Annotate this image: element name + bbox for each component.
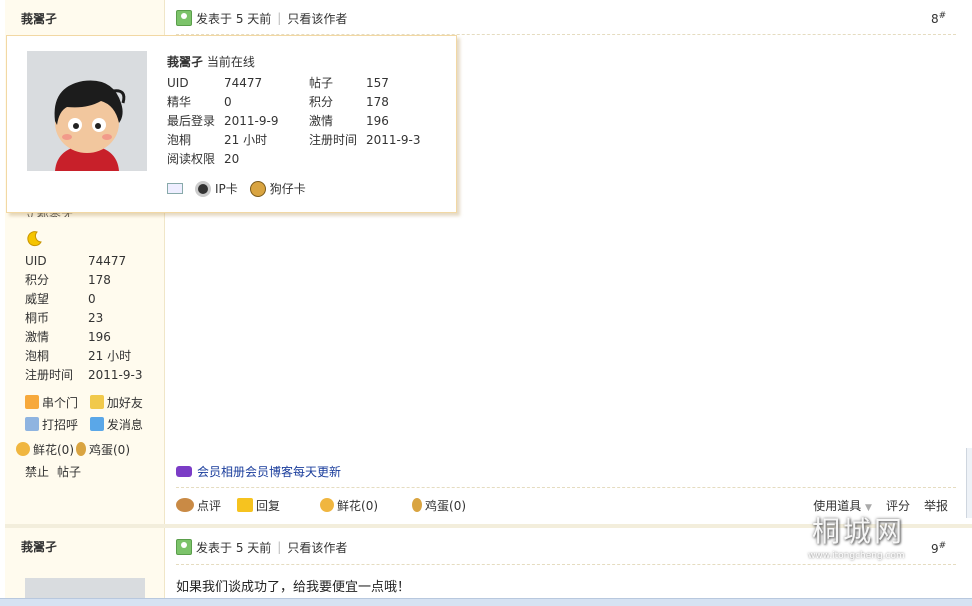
flower-icon	[16, 442, 30, 456]
popup-stat-row: 泡桐 21 小时 注册时间 2011-9-3	[167, 133, 421, 147]
egg-icon	[412, 498, 423, 512]
post-message: 如果我们谈成功了，给我要便宜一点哦！	[176, 580, 411, 595]
stat-row: 积分 178	[25, 273, 111, 287]
post-time: 发表于 5 天前	[196, 540, 272, 555]
author-name-link[interactable]: 莪翯孑	[21, 10, 57, 27]
stat-row: 威望 0	[25, 292, 96, 306]
promo-link[interactable]: 会员相册会员博客每天更新	[176, 463, 341, 480]
only-author-link[interactable]: 只看该作者	[287, 539, 347, 556]
stat-row: 泡桐 21 小时	[25, 349, 132, 363]
reply-icon	[237, 498, 254, 512]
stat-row: UID 74477	[25, 254, 127, 268]
user-info-popup: 莪翯孑 当前在线 UID 74477 帖子 157 精华 0 积分 178 最后登录 2011…	[6, 35, 457, 213]
watermark-url: www.itongcheng.com	[808, 551, 905, 561]
egg-button[interactable]: 鸡蛋(0)	[76, 438, 130, 460]
header-divider	[176, 564, 956, 565]
admin-actions: 禁止 帖子	[25, 463, 81, 480]
eye-icon	[195, 180, 211, 197]
author-stats: UID 74477 积分 178 威望 0 桐币 23 激情 196 泡桐 21 小时 注册…	[25, 252, 142, 385]
stat-row: 注册时间 2011-9-3	[25, 368, 143, 382]
dog-card-button[interactable]: 狗仔卡	[249, 180, 312, 197]
handshake-icon	[89, 395, 104, 409]
popup-stats: UID 74477 帖子 157 精华 0 积分 178 最后登录 2011-9-9 激情 196…	[167, 74, 420, 169]
avatar[interactable]	[27, 51, 147, 171]
flower-vote-button[interactable]: 鲜花(0)	[320, 497, 378, 514]
popup-stat-row: 阅读权限 20	[167, 152, 240, 166]
compass-icon	[249, 180, 266, 197]
post-header: 发表于 5 天前 | 只看该作者	[176, 8, 347, 28]
forum-page: 莪翯孑 丈都秀才 UID 74477 积分 178 威望 0 桐币 23 激情 196 泡…	[0, 0, 972, 606]
flower-egg-row: 鲜花(0) 鸡蛋(0)	[16, 438, 138, 460]
user-icon	[176, 539, 192, 555]
author-actions: 串个门 加好友 打招呼 发消息	[25, 391, 151, 435]
flower-icon	[320, 498, 335, 512]
posts-link[interactable]: 帖子	[57, 463, 81, 480]
popup-stat-row: 精华 0 积分 178	[167, 95, 389, 109]
home-icon	[25, 395, 39, 409]
divider: |	[277, 11, 282, 25]
egg-icon	[76, 442, 86, 456]
report-link[interactable]: 举报	[924, 497, 948, 514]
moon-rank-icon	[25, 230, 43, 251]
scrollbar[interactable]	[966, 448, 972, 518]
popup-stat-row: 最后登录 2011-9-9 激情 196	[167, 114, 389, 128]
add-friend-button[interactable]: 加好友	[89, 391, 143, 413]
profile-card-icon[interactable]	[167, 183, 189, 194]
envelope-icon	[89, 417, 104, 431]
divider: |	[277, 540, 282, 554]
avatar-illustration	[27, 51, 147, 171]
taskbar	[0, 598, 972, 606]
user-icon	[176, 10, 192, 26]
greet-icon	[25, 417, 39, 431]
ip-card-button[interactable]: IP卡	[195, 180, 244, 197]
watermark-logo: 桐城网	[812, 515, 906, 548]
stat-row: 激情 196	[25, 330, 111, 344]
popup-stat-row: UID 74477 帖子 157	[167, 76, 389, 90]
floor-number[interactable]: 8#	[931, 11, 946, 26]
post-time: 发表于 5 天前	[196, 11, 272, 26]
only-author-link[interactable]: 只看该作者	[287, 10, 347, 27]
greet-button[interactable]: 打招呼	[25, 413, 78, 435]
id-card-icon	[167, 183, 183, 194]
floor-number[interactable]: 9#	[931, 541, 946, 556]
stat-row: 桐币 23	[25, 311, 104, 325]
send-message-button[interactable]: 发消息	[89, 413, 143, 435]
comment-button[interactable]: 点评	[176, 497, 221, 514]
post-header: 发表于 5 天前 | 只看该作者	[176, 537, 347, 557]
popup-cards: IP卡 狗仔卡	[167, 180, 318, 197]
popup-title: 莪翯孑 当前在线	[167, 55, 255, 69]
author-sidebar: 莪翯孑	[5, 528, 165, 606]
qd-icon	[176, 466, 192, 477]
flower-button[interactable]: 鲜花(0)	[16, 438, 74, 460]
footer-divider	[176, 487, 956, 488]
egg-vote-button[interactable]: 鸡蛋(0)	[412, 497, 466, 514]
visit-button[interactable]: 串个门	[25, 391, 78, 413]
ban-link[interactable]: 禁止	[25, 463, 49, 480]
reply-button[interactable]: 回复	[237, 497, 280, 514]
cup-icon	[176, 498, 194, 512]
author-name-link[interactable]: 莪翯孑	[21, 538, 57, 555]
